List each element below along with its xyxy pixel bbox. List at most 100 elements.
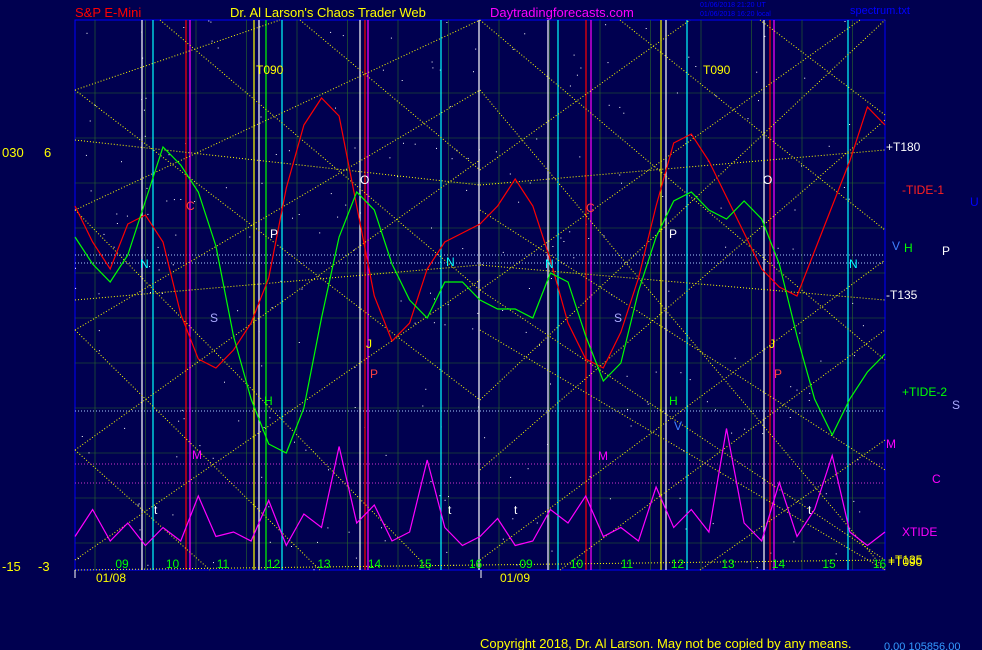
dot-38 (825, 493, 827, 495)
dot-49 (550, 278, 552, 279)
hour-tick-12: 13 (721, 557, 735, 571)
dot-212 (319, 232, 321, 234)
dot-181 (477, 312, 479, 314)
copyright-notice: Copyright 2018, Dr. Al Larson. May not b… (480, 636, 851, 650)
dot-29 (626, 375, 628, 377)
dot-127 (384, 540, 386, 542)
dot-209 (695, 66, 697, 67)
dot-74 (137, 504, 139, 506)
dot-85 (792, 248, 794, 250)
dot-158 (271, 307, 273, 309)
flux-label-t135: -T135 (886, 288, 918, 302)
dot-142 (744, 428, 746, 430)
hour-tick-2: 11 (217, 557, 230, 571)
dot-130 (183, 418, 185, 420)
dot-219 (149, 266, 151, 268)
dot-136 (298, 342, 300, 343)
hour-tick-5: 14 (368, 557, 382, 571)
dot-195 (448, 496, 449, 498)
right-label-p: P (942, 244, 950, 258)
dot-143 (502, 310, 504, 311)
dot-196 (161, 293, 163, 294)
planet-label-day2-6: H (669, 394, 678, 408)
left-scale-top-2: 6 (44, 145, 51, 160)
dot-152 (116, 213, 118, 215)
planet-label-day1-9: P (370, 367, 378, 381)
dot-117 (804, 77, 806, 79)
dot-31 (430, 292, 431, 294)
dot-44 (291, 546, 292, 547)
dot-90 (431, 61, 433, 63)
right-label-u: U (970, 195, 979, 209)
flux-label-tide1: -TIDE-1 (902, 183, 944, 197)
dot-61 (301, 288, 303, 290)
dot-135 (715, 409, 716, 411)
dot-13 (849, 124, 851, 125)
planet-label-day1-4: N (446, 255, 455, 269)
dot-207 (88, 452, 90, 454)
dot-126 (793, 541, 795, 543)
chaos-trader-chart: CPON NSHMJPt tCPON NSHMJPt tVV S&P E-Mini Dr… (0, 0, 982, 650)
dot-8 (619, 106, 621, 108)
dot-248 (621, 182, 622, 184)
dot-153 (355, 557, 357, 559)
dot-243 (180, 199, 182, 200)
dot-259 (731, 432, 733, 434)
dot-180 (121, 161, 122, 163)
dot-30 (848, 198, 850, 200)
dot-125 (261, 365, 263, 367)
dot-200 (158, 269, 160, 271)
dot-124 (668, 290, 670, 292)
dot-215 (385, 454, 387, 456)
planet-label-day2-2: O (763, 173, 772, 187)
dot-34 (288, 150, 290, 152)
dot-148 (439, 495, 441, 497)
dot-224 (269, 541, 271, 543)
dot-199 (238, 420, 240, 422)
dot-103 (103, 233, 105, 235)
dot-36 (294, 441, 295, 443)
dot-230 (605, 24, 607, 26)
dot-107 (560, 237, 562, 239)
dot-165 (146, 187, 148, 189)
chart-background (0, 0, 982, 650)
dot-206 (433, 322, 435, 324)
dot-192 (451, 158, 453, 160)
chart-title: Dr. Al Larson's Chaos Trader Web (230, 5, 426, 20)
dot-163 (446, 22, 448, 23)
readout-values: 0.00 105856.00 (884, 641, 960, 650)
dot-81 (172, 514, 174, 516)
dot-190 (796, 389, 798, 391)
site-link[interactable]: Daytradingforecasts.com (490, 5, 634, 20)
flux-label-tide2: +TIDE-2 (902, 385, 947, 399)
dot-123 (354, 147, 356, 149)
timestamp-ut: 01/06/2018 21:20 UT (700, 2, 766, 9)
dot-167 (853, 500, 855, 502)
dot-253 (330, 193, 332, 195)
dot-114 (342, 35, 344, 37)
planet-label-day2-3: N (545, 257, 554, 271)
dot-39 (680, 372, 682, 374)
planet-label-day1-8: J (366, 337, 372, 351)
dot-164 (576, 74, 578, 76)
dot-55 (261, 476, 263, 478)
dot-78 (431, 227, 432, 229)
dot-68 (462, 248, 464, 250)
dot-214 (777, 247, 779, 249)
dot-63 (261, 182, 263, 184)
dot-76 (225, 187, 227, 189)
planet-label-day1-0: C (186, 199, 195, 213)
dot-17 (436, 147, 437, 149)
dot-22 (268, 506, 270, 508)
dot-226 (588, 238, 590, 239)
dot-35 (676, 92, 678, 94)
timestamp-local: 01/06/2018 16:20 local (700, 11, 771, 18)
dot-201 (688, 56, 690, 58)
hour-tick-11: 12 (671, 557, 685, 571)
dot-198 (706, 401, 708, 403)
dot-178 (85, 154, 87, 156)
dot-197 (414, 143, 416, 145)
dot-189 (447, 304, 449, 306)
dot-194 (573, 257, 575, 259)
dot-251 (327, 527, 329, 529)
